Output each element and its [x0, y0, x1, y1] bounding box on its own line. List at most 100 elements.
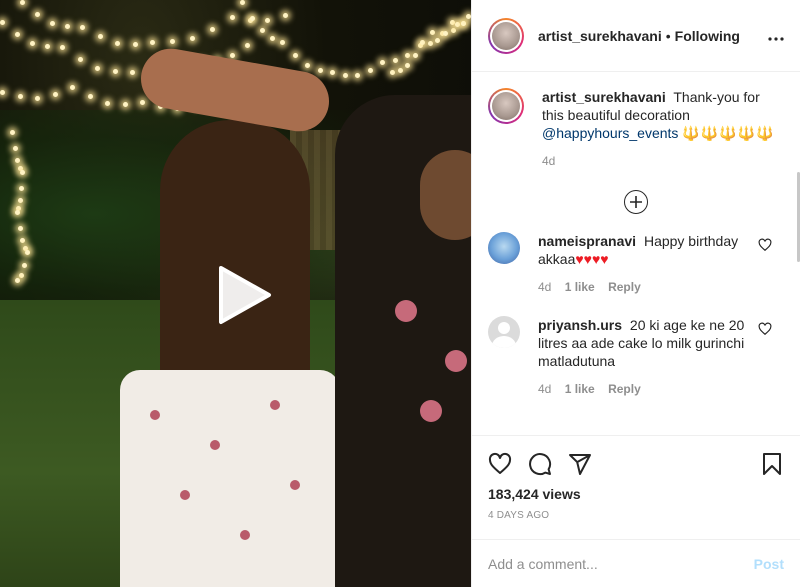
bookmark-icon[interactable]: [760, 452, 784, 476]
plus-circle-icon[interactable]: [624, 190, 648, 214]
author-username[interactable]: artist_surekhavani: [538, 28, 662, 44]
fairy-light: [105, 100, 110, 106]
fairy-light: [12, 145, 18, 151]
comment-age[interactable]: 4d: [538, 382, 551, 396]
fairy-light: [15, 158, 20, 163]
fairy-light: [15, 31, 20, 37]
fairy-light: [17, 94, 23, 100]
fairy-light: [390, 70, 395, 75]
fairy-light: [150, 40, 155, 45]
caption-emoji: 🔱🔱🔱🔱🔱: [682, 125, 775, 141]
fairy-light: [292, 53, 298, 59]
heart-icon[interactable]: [758, 322, 772, 336]
fairy-light: [10, 130, 15, 135]
fairy-light: [210, 26, 215, 32]
reply-button[interactable]: Reply: [608, 280, 641, 294]
fairy-light: [87, 94, 93, 100]
fairy-light: [20, 170, 25, 175]
instagram-post: artist_surekhavani • Following artist_su…: [0, 0, 800, 587]
comment-likes[interactable]: 1 like: [565, 382, 595, 396]
fairy-light: [392, 58, 398, 64]
fairy-light: [317, 68, 323, 74]
fairy-light: [412, 53, 418, 59]
comment-username[interactable]: nameispranavi: [538, 233, 636, 249]
avatar[interactable]: [488, 17, 524, 54]
comment-username[interactable]: priyansh.urs: [538, 317, 622, 333]
avatar[interactable]: [488, 88, 524, 124]
comment-emoji: ♥♥♥♥: [575, 251, 609, 267]
fairy-light: [405, 53, 410, 58]
post-timestamp[interactable]: 4 DAYS AGO: [488, 510, 784, 521]
fairy-light: [18, 185, 24, 191]
send-icon[interactable]: [568, 452, 592, 476]
video-media[interactable]: [0, 0, 471, 587]
fairy-light: [15, 278, 21, 284]
fairy-light: [330, 70, 335, 75]
post-button[interactable]: Post: [754, 556, 784, 572]
following-button[interactable]: Following: [675, 28, 740, 44]
fairy-light: [35, 11, 40, 17]
fairy-light: [50, 20, 55, 26]
fairy-light: [20, 0, 25, 5]
fairy-light: [52, 91, 58, 97]
fairy-light: [435, 38, 440, 43]
fairy-light: [132, 41, 138, 47]
post-sidebar: artist_surekhavani • Following artist_su…: [471, 0, 800, 587]
comment-likes[interactable]: 1 like: [565, 280, 595, 294]
fairy-light: [367, 68, 373, 74]
fairy-light: [245, 43, 250, 49]
view-count[interactable]: 183,424 views: [488, 486, 784, 502]
play-icon[interactable]: [207, 260, 277, 330]
fairy-light: [397, 68, 403, 74]
fairy-light: [250, 15, 255, 21]
fairy-light: [380, 60, 385, 65]
fairy-light: [97, 34, 103, 40]
fairy-light: [15, 210, 20, 215]
add-comment-bar: Post: [472, 539, 800, 587]
fairy-light: [460, 20, 466, 26]
fairy-light: [17, 225, 23, 231]
caption-username[interactable]: artist_surekhavani: [542, 89, 666, 105]
comments-list[interactable]: artist_surekhavani Thank-you for this be…: [472, 72, 800, 435]
fairy-light: [450, 28, 456, 33]
fairy-light: [405, 63, 410, 68]
fairy-light: [80, 25, 85, 30]
fairy-light: [45, 44, 50, 50]
fairy-light: [465, 14, 471, 20]
fairy-light: [95, 65, 100, 71]
comment-icon[interactable]: [528, 452, 552, 476]
fairy-light: [280, 40, 285, 45]
caption-age[interactable]: 4d: [542, 154, 555, 168]
comment-age[interactable]: 4d: [538, 280, 551, 294]
heart-icon[interactable]: [488, 452, 512, 476]
comment-item: nameispranavi Happy birthday akkaa♥♥♥♥ 4…: [488, 232, 784, 294]
fairy-light: [115, 40, 120, 46]
avatar[interactable]: [488, 316, 520, 348]
fairy-light: [21, 263, 27, 269]
more-horizontal-icon[interactable]: [768, 25, 784, 46]
person-birthday-girl: [100, 120, 360, 587]
fairy-light: [230, 15, 235, 20]
comment-item: priyansh.urs 20 ki age ke ne 20 litres a…: [488, 316, 784, 396]
fairy-light: [170, 39, 175, 45]
heart-icon[interactable]: [758, 238, 772, 252]
fairy-light: [427, 40, 433, 46]
fairy-light: [260, 28, 265, 33]
fairy-light: [122, 101, 128, 107]
comment-input[interactable]: [488, 555, 754, 572]
fairy-light: [455, 21, 461, 27]
fairy-light: [240, 0, 245, 5]
fairy-light: [230, 53, 235, 58]
reply-button[interactable]: Reply: [608, 382, 641, 396]
fairy-light: [130, 70, 135, 75]
fairy-light: [0, 90, 5, 95]
caption-mention[interactable]: @happyhours_events: [542, 125, 678, 141]
fairy-light: [77, 56, 83, 62]
avatar[interactable]: [488, 232, 520, 264]
fairy-light: [60, 45, 65, 50]
fairy-light: [30, 40, 35, 46]
fairy-light: [265, 18, 270, 23]
fairy-light: [35, 95, 40, 101]
caption: artist_surekhavani Thank-you for this be…: [488, 88, 784, 168]
post-header: artist_surekhavani • Following: [472, 0, 800, 72]
